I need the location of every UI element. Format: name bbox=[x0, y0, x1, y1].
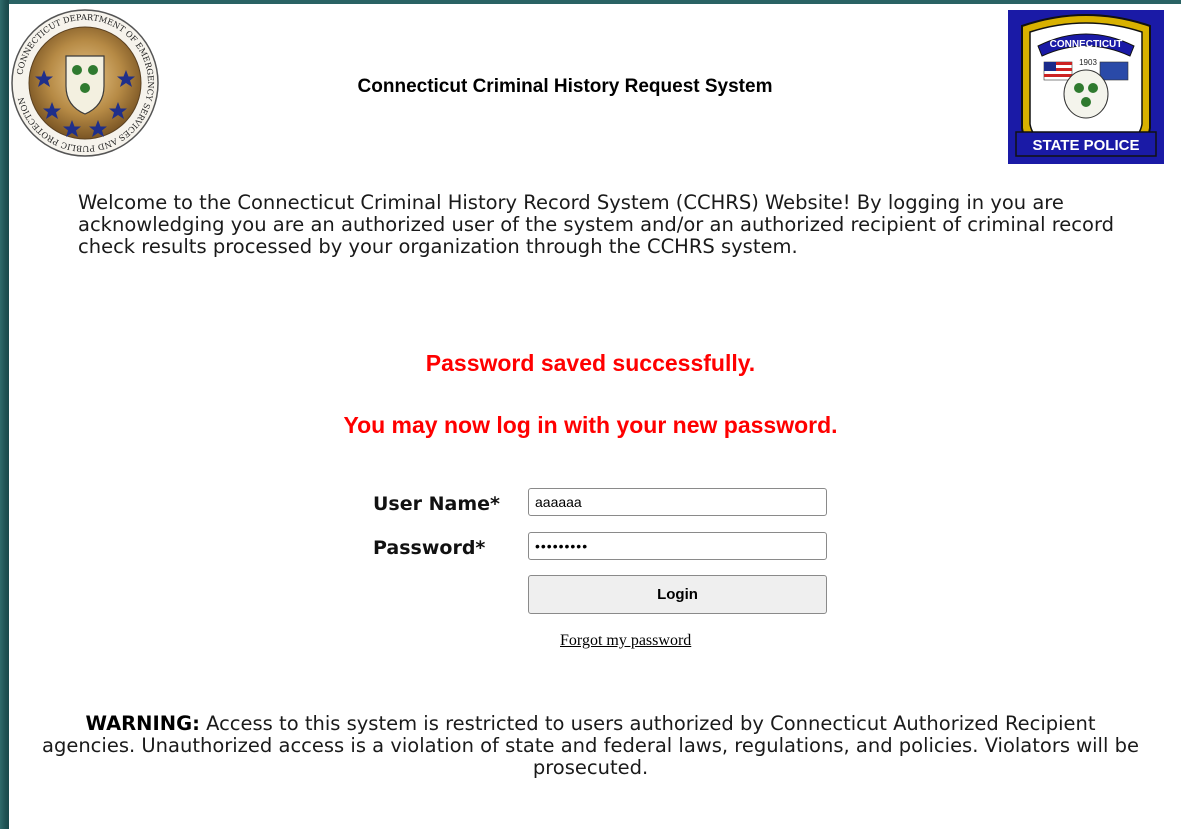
welcome-message: Welcome to the Connecticut Criminal Hist… bbox=[78, 191, 1114, 258]
forgot-password-link[interactable]: Forgot my password bbox=[560, 632, 691, 650]
username-label: User Name* bbox=[373, 493, 500, 515]
department-seal-logo: CONNECTICUT DEPARTMENT OF EMERGENCY SERV… bbox=[11, 9, 159, 157]
window-frame-top bbox=[0, 0, 1181, 4]
password-label: Password* bbox=[373, 537, 486, 559]
login-button[interactable]: Login bbox=[528, 575, 827, 614]
badge-top-text: CONNECTICUT bbox=[1050, 39, 1123, 50]
badge-bottom-text: STATE POLICE bbox=[1033, 137, 1140, 154]
warning-notice: WARNING: Access to this system is restri… bbox=[40, 713, 1141, 779]
status-message-saved: Password saved successfully. bbox=[425, 350, 756, 376]
username-input[interactable] bbox=[528, 488, 827, 516]
warning-label: WARNING: bbox=[85, 712, 200, 735]
warning-text: Access to this system is restricted to u… bbox=[42, 712, 1139, 779]
password-input[interactable] bbox=[528, 532, 827, 560]
page-title: Connecticut Criminal History Request Sys… bbox=[357, 76, 773, 97]
state-police-badge-logo: CONNECTICUT 1903 STATE POLICE bbox=[1008, 10, 1164, 164]
badge-year: 1903 bbox=[1079, 58, 1097, 67]
status-message-login: You may now log in with your new passwor… bbox=[343, 412, 838, 438]
